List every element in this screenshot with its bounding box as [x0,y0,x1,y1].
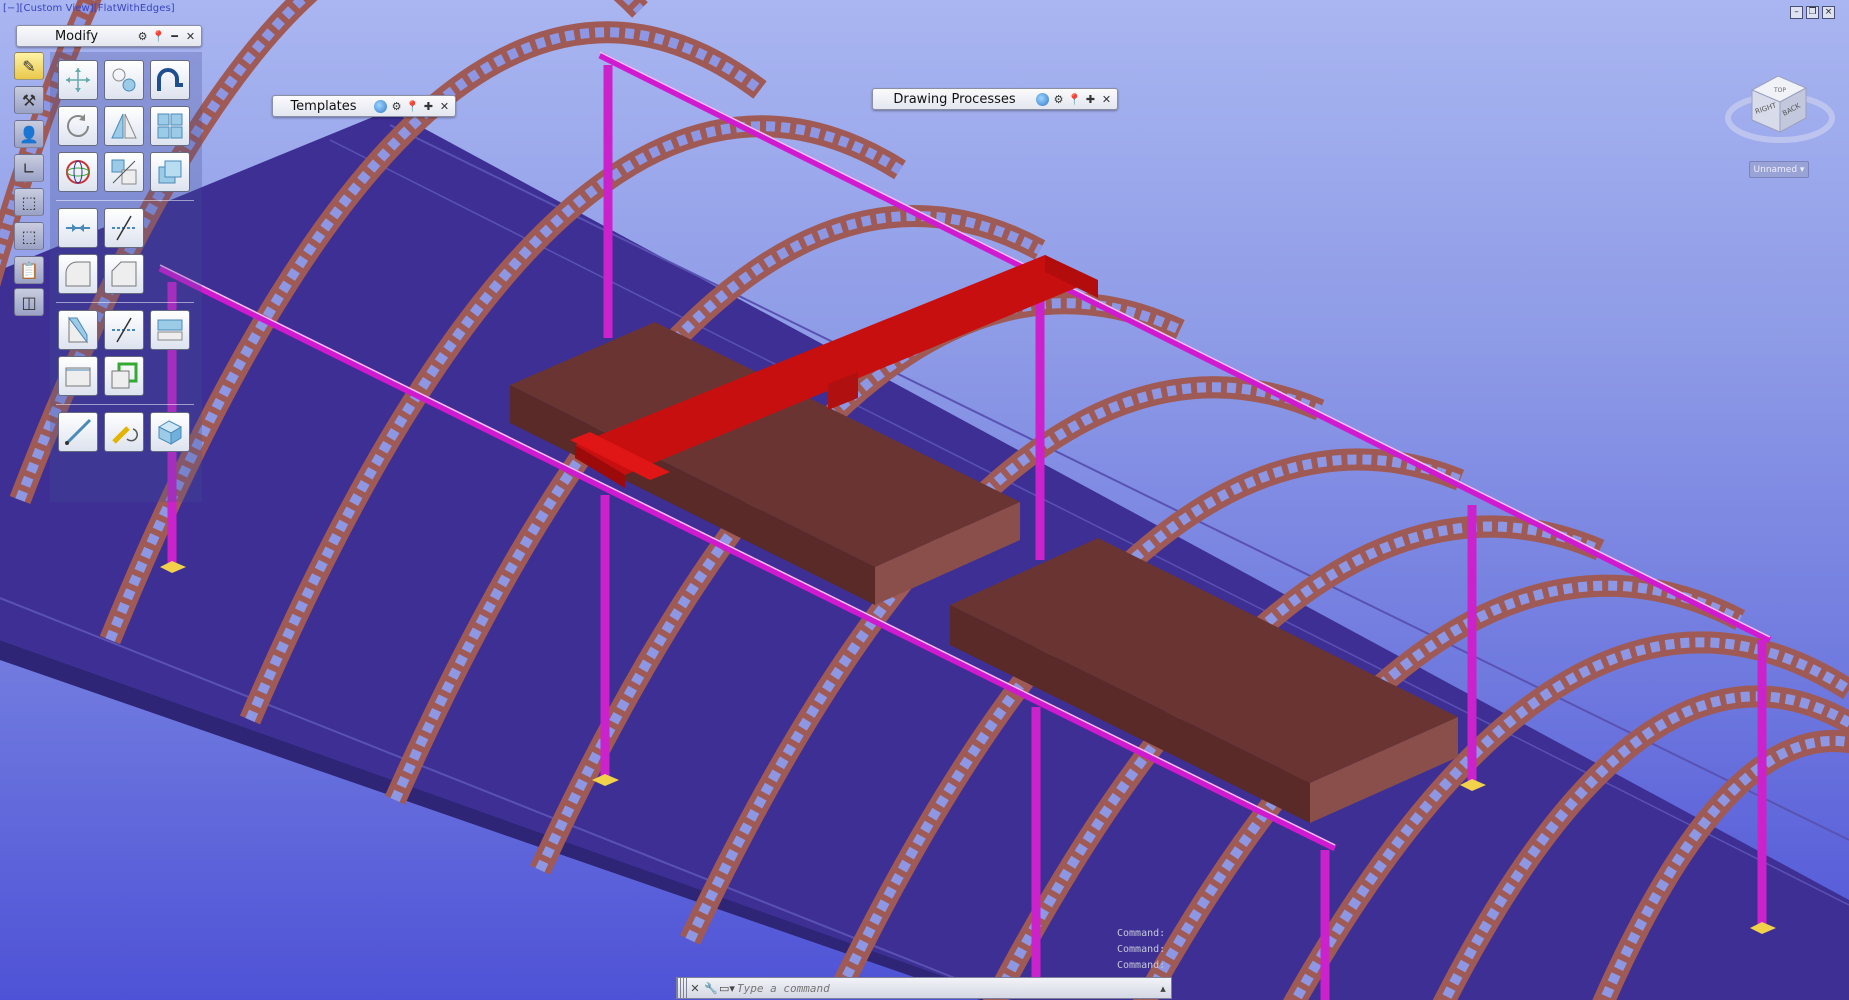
drawing-processes-palette-title: Drawing Processes [893,91,1016,107]
close-icon[interactable]: ✕ [1100,93,1113,106]
view-name-label: Unnamed [1753,164,1798,175]
tube-bend-icon[interactable] [150,60,190,100]
left-tool-strip: ✎ ⚒ 👤 ∟ ⬚ ⬚ 📋 ◫ [14,52,48,322]
command-history-line: Command: [1117,928,1166,939]
command-line: ✕ 🔧 ▭▾ ▴ [676,977,1172,999]
close-icon[interactable]: ✕ [438,100,451,113]
viewport-label: [−][Custom View][FlatWithEdges] [3,3,175,14]
command-prompt-icon[interactable]: ▭▾ [719,982,735,995]
settings-icon[interactable]: ⚙ [1052,93,1065,106]
rotate-icon[interactable] [58,106,98,146]
beam-tool-icon[interactable] [58,412,98,452]
drawing-processes-palette-header[interactable]: Drawing Processes ⚙ 📍 ✚ ✕ [872,88,1118,110]
extend-icon[interactable] [58,208,98,248]
sphere-icon[interactable] [58,152,98,192]
add-icon[interactable]: ✚ [1084,93,1097,106]
weld-icon[interactable] [104,412,144,452]
templates-palette-title: Templates [290,98,357,114]
align-icon[interactable] [104,60,144,100]
tools-icon[interactable]: ⚒ [14,86,44,114]
solid-box-icon[interactable] [150,412,190,452]
offset-icon[interactable] [104,356,144,396]
user-icon[interactable]: 👤 [14,120,44,148]
split-icon[interactable] [104,208,144,248]
command-input[interactable] [735,980,1155,996]
close-icon[interactable]: ✕ [687,982,703,995]
templates-palette-header[interactable]: Templates ⚙ 📍 ✚ ✕ [272,95,456,117]
section-icon[interactable] [150,310,190,350]
plate-icon[interactable] [58,356,98,396]
collapse-icon[interactable]: ━ [168,30,181,43]
array-icon[interactable] [150,106,190,146]
mirror-icon[interactable] [104,106,144,146]
grip-handle[interactable] [677,978,687,998]
minimize-icon[interactable]: – [1790,6,1803,19]
navigation-cube[interactable]: TOP RIGHT BACK [1722,52,1840,172]
close-icon[interactable]: ✕ [184,30,197,43]
pin-icon[interactable]: 📍 [152,30,166,43]
modify-tool-panel [50,52,202,502]
pencil-icon[interactable]: ✎ [14,52,44,80]
wrench-icon[interactable]: 🔧 [703,982,719,995]
globe-icon[interactable] [1036,92,1049,106]
layers-icon[interactable]: ◫ [14,288,44,316]
command-history-line: Command: [1117,960,1166,971]
angle-icon[interactable]: ∟ [14,154,44,182]
separator [56,302,194,303]
move-icon[interactable] [58,60,98,100]
window-controls: – ❐ × [1790,6,1835,19]
navcube-top-label: TOP [1773,87,1786,94]
select-box-icon[interactable]: ⬚ [14,188,44,216]
clipboard-icon[interactable]: 📋 [14,256,44,284]
chevron-up-icon[interactable]: ▴ [1155,982,1171,995]
scale-icon[interactable] [104,152,144,192]
settings-icon[interactable]: ⚙ [390,100,403,113]
pin-icon[interactable]: 📍 [1068,93,1082,106]
select-cross-icon[interactable]: ⬚ [14,222,44,250]
command-history: Command: Command: Command: [1117,926,1165,974]
modify-palette-title: Modify [54,28,99,44]
fillet-icon[interactable] [58,254,98,294]
plane-cut-icon[interactable] [58,310,98,350]
chamfer-icon[interactable] [104,254,144,294]
model-viewport[interactable] [0,0,1849,1000]
settings-icon[interactable]: ⚙ [136,30,149,43]
modify-palette-header[interactable]: Modify ⚙ 📍 ━ ✕ [16,25,202,47]
restore-icon[interactable]: ❐ [1806,6,1819,19]
globe-icon[interactable] [374,99,387,113]
add-icon[interactable]: ✚ [422,100,435,113]
view-name-dropdown[interactable]: Unnamed ▾ [1749,161,1809,178]
copy-3d-icon[interactable] [150,152,190,192]
pin-icon[interactable]: 📍 [406,100,420,113]
separator [56,200,194,201]
close-icon[interactable]: × [1822,6,1835,19]
separator [56,404,194,405]
line-cut-icon[interactable] [104,310,144,350]
command-history-line: Command: [1117,944,1166,955]
